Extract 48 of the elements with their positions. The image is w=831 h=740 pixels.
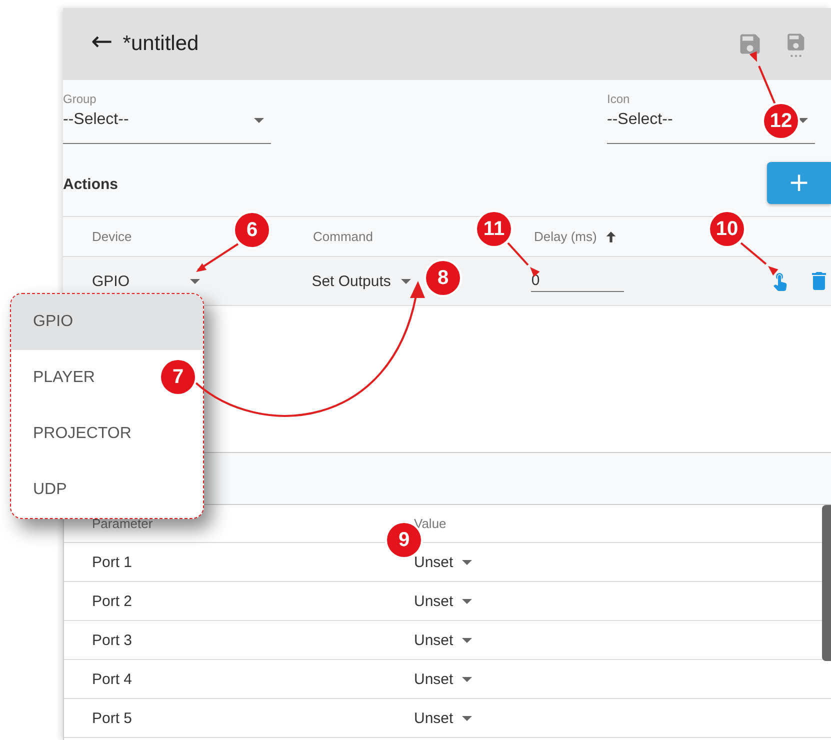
- callout-badge: 8: [426, 261, 460, 295]
- menu-item[interactable]: PLAYER: [33, 369, 95, 387]
- column-header: Device: [92, 229, 132, 244]
- field-label: Icon: [607, 92, 631, 106]
- caret-icon: [400, 278, 411, 284]
- caret-icon: [462, 598, 472, 604]
- parameter-name: Port 3: [92, 632, 132, 648]
- callout-badge: 6: [235, 213, 269, 247]
- column-header: Value: [414, 516, 446, 531]
- back-button[interactable]: ←: [91, 27, 121, 61]
- menu-item[interactable]: PROJECTOR: [33, 425, 132, 443]
- caret-icon: [798, 118, 808, 122]
- parameter-name: Port 1: [92, 554, 132, 570]
- value-select[interactable]: Unset: [414, 670, 472, 688]
- menu-item[interactable]: GPIO: [33, 313, 74, 331]
- callout-badge: 11: [477, 212, 511, 246]
- caret-icon: [462, 676, 472, 682]
- callout-badge: 7: [161, 360, 195, 394]
- annotation-arrow: [740, 242, 778, 276]
- value-select[interactable]: Unset: [414, 710, 472, 726]
- column-header: Delay (ms): [534, 229, 597, 244]
- callout-badge: 10: [710, 212, 744, 246]
- value-select[interactable]: Unset: [414, 632, 472, 648]
- field-value: --Select--: [607, 111, 673, 129]
- field-label: Group: [63, 92, 98, 106]
- caret-icon: [254, 118, 264, 122]
- column-header: Command: [313, 229, 373, 244]
- caret-icon: [190, 278, 200, 284]
- section-title: Actions: [63, 174, 118, 192]
- column-header: Parameter: [92, 516, 153, 531]
- field-value: --Select--: [63, 111, 129, 129]
- callout-badge: 12: [764, 104, 798, 138]
- scrollbar-thumb[interactable]: [822, 505, 831, 661]
- parameter-name: Port 5: [92, 710, 132, 726]
- device-select[interactable]: GPIO: [92, 272, 200, 290]
- value-select[interactable]: Unset: [414, 554, 472, 570]
- menu-item[interactable]: UDP: [33, 481, 67, 499]
- value-select[interactable]: Unset: [414, 592, 472, 610]
- annotation-arrow: [749, 51, 776, 104]
- select-field[interactable]: Group --Select--: [63, 92, 271, 144]
- command-select[interactable]: Set Outputs: [312, 272, 411, 290]
- caret-icon: [462, 560, 472, 564]
- caret-icon: [462, 716, 472, 720]
- parameter-name: Port 2: [92, 592, 132, 610]
- caret-icon: [462, 638, 472, 642]
- parameter-name: Port 4: [92, 670, 132, 688]
- annotation-arrow: [196, 243, 239, 272]
- window-title: *untitled: [122, 32, 199, 56]
